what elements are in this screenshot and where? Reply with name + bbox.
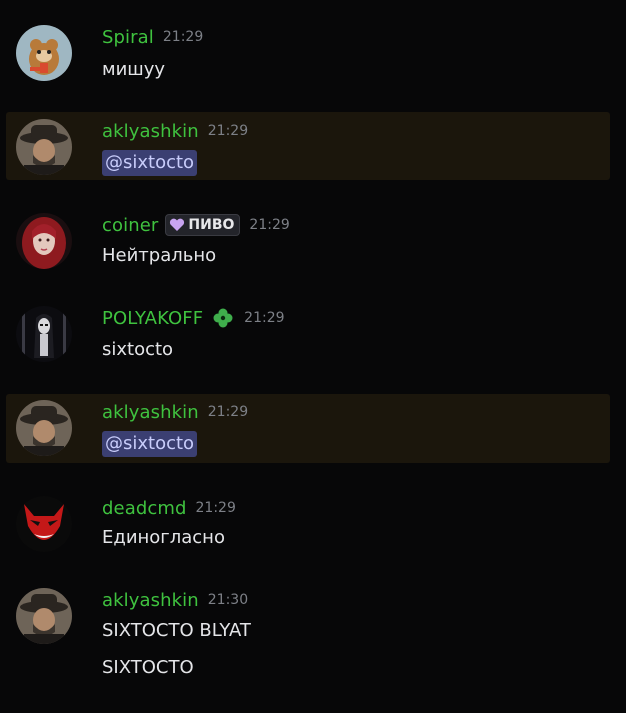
timestamp: 21:30 xyxy=(207,592,249,608)
message-text: sixtocto xyxy=(102,339,174,360)
man-in-hat-avatar-icon xyxy=(16,119,72,175)
role-tag[interactable]: ПИВО xyxy=(165,214,241,236)
avatar[interactable] xyxy=(16,496,72,552)
timestamp: 21:29 xyxy=(195,500,236,516)
message-text: Нейтрально xyxy=(102,245,217,266)
message-text: @sixtocto xyxy=(102,431,198,457)
red-devil-mask-avatar-icon xyxy=(16,496,72,552)
user-mention[interactable]: @sixtocto xyxy=(102,150,198,176)
message-item: POLYAKOFF 21:29 sixtocto xyxy=(0,304,626,374)
username[interactable]: aklyashkin xyxy=(102,590,199,611)
message-item-mention: aklyashkin 21:29 @sixtocto xyxy=(6,112,610,180)
message-text: SIXTOCTO xyxy=(102,657,194,678)
timestamp: 21:29 xyxy=(249,217,290,233)
chat-message-list: Spiral 21:29 мишуу aklyashkin 21:29 @six… xyxy=(0,0,626,713)
message-text: @sixtocto xyxy=(102,150,198,176)
timestamp: 21:29 xyxy=(207,123,249,139)
timestamp: 21:29 xyxy=(244,310,285,326)
man-in-hat-avatar-icon xyxy=(16,588,72,644)
message-item: aklyashkin 21:30 SIXTOCTO BLYAT SIXTOCTO xyxy=(0,586,626,696)
username[interactable]: aklyashkin xyxy=(102,121,199,142)
message-text: Единогласно xyxy=(102,527,225,548)
message-item: coiner ПИВО 21:29 Нейтрально xyxy=(0,210,626,280)
dark-figure-avatar-icon xyxy=(16,306,72,362)
heart-icon xyxy=(170,218,185,231)
avatar[interactable] xyxy=(16,306,72,362)
username[interactable]: aklyashkin xyxy=(102,402,199,423)
message-item: Spiral 21:29 мишуу xyxy=(0,22,626,92)
message-item-mention: aklyashkin 21:29 @sixtocto xyxy=(6,394,610,463)
message-text: SIXTOCTO BLYAT xyxy=(102,620,251,641)
avatar[interactable] xyxy=(16,588,72,644)
avatar[interactable] xyxy=(16,213,72,269)
username[interactable]: coiner xyxy=(102,215,158,236)
timestamp: 21:29 xyxy=(162,29,204,45)
man-in-hat-avatar-icon xyxy=(16,400,72,456)
message-text: мишуу xyxy=(102,59,166,80)
username[interactable]: Spiral xyxy=(102,27,154,48)
avatar[interactable] xyxy=(16,400,72,456)
user-mention[interactable]: @sixtocto xyxy=(102,431,198,457)
beaver-avatar-icon xyxy=(16,25,72,81)
red-hair-avatar-icon xyxy=(16,213,72,269)
message-item: deadcmd 21:29 Единогласно xyxy=(0,494,626,564)
username[interactable]: POLYAKOFF xyxy=(102,308,203,329)
username[interactable]: deadcmd xyxy=(102,498,187,519)
clover-icon xyxy=(213,308,233,328)
timestamp: 21:29 xyxy=(207,404,249,420)
role-tag-label: ПИВО xyxy=(188,217,235,233)
avatar[interactable] xyxy=(16,25,72,81)
avatar[interactable] xyxy=(16,119,72,175)
